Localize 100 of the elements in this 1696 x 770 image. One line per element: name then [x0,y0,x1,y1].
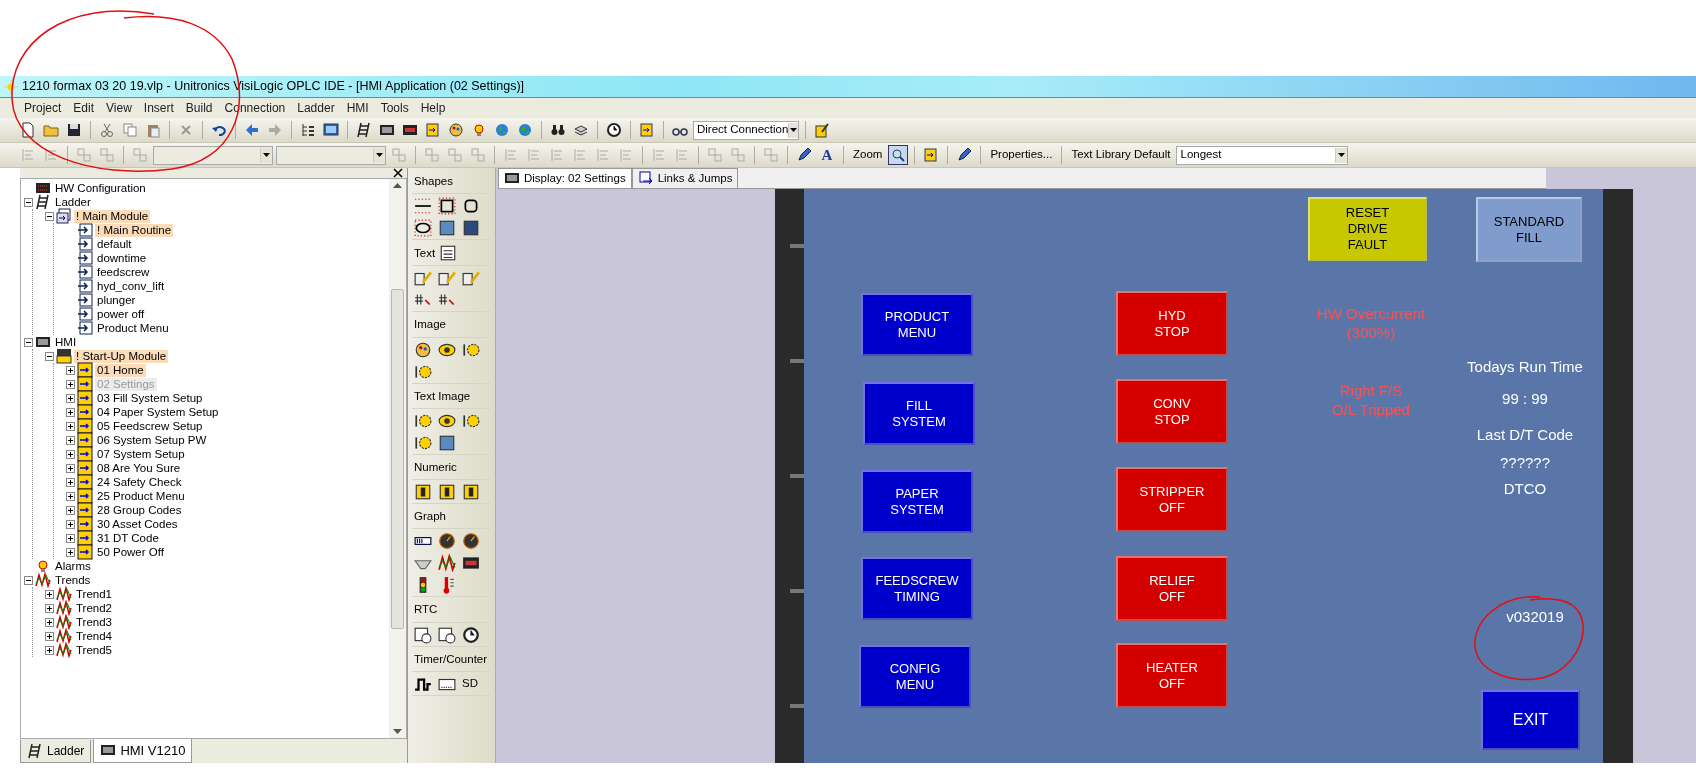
tree-item[interactable]: HMI [53,335,79,349]
toolbox-heading[interactable]: Timer/Counter [414,650,488,668]
tree-icon[interactable] [300,122,316,138]
toolbox-heading[interactable]: Text [414,244,436,262]
expand-icon[interactable] [66,407,75,417]
hmi-button[interactable]: EXIT [1481,690,1580,750]
expand-icon[interactable] [45,603,54,613]
expand-icon[interactable] [66,547,75,557]
tree-item[interactable]: 25 Product Menu [95,489,187,503]
pane-tab[interactable]: HMI V1210 [93,738,193,763]
number-pen-icon[interactable] [462,269,480,288]
panel-icon[interactable] [379,122,395,138]
menu-item[interactable]: Edit [67,99,101,117]
tree-item[interactable]: default [95,237,134,251]
timer-tool[interactable]: SD [462,674,478,693]
tree-item[interactable]: 30 Asset Codes [95,517,180,531]
hmi-button[interactable]: FEEDSCREW TIMING [861,557,973,620]
palette-icon[interactable] [414,340,432,359]
transfer-icon[interactable] [639,122,655,138]
hmi-button[interactable]: RELIEF OFF [1116,556,1228,621]
clock-icon[interactable] [606,122,622,138]
dropdown-arrow-icon[interactable] [1338,153,1346,157]
tree-item[interactable]: ! Main Module [74,209,151,223]
transfer-icon[interactable] [425,122,441,138]
tree-item[interactable]: plunger [95,293,138,307]
hmi-button[interactable]: PAPER SYSTEM [861,470,973,533]
find-icon[interactable] [550,122,566,138]
number-pen-icon[interactable] [414,269,432,288]
tree-item[interactable]: 28 Group Codes [95,503,184,517]
hmi-button[interactable]: STANDARD FILL [1476,197,1582,262]
tile-icon[interactable] [438,433,456,452]
scrollbar[interactable] [389,179,406,738]
globe-icon[interactable] [517,122,533,138]
number-box-icon[interactable] [462,483,480,501]
pencil-icon[interactable] [796,147,812,163]
tree-item[interactable]: 05 Feedscrew Setup [95,419,205,433]
toolbox-heading[interactable]: Numeric [414,458,457,476]
tile-icon[interactable] [462,219,480,238]
hmi-button[interactable]: RESET DRIVE FAULT [1308,197,1427,261]
tree-item[interactable]: Trends [53,573,93,587]
dropdown-arrow-icon[interactable] [790,128,798,132]
tree-item[interactable]: ! Start-Up Module [74,349,169,363]
font-button[interactable]: A [817,145,837,165]
gauge-icon[interactable] [438,532,456,551]
expand-icon[interactable] [66,435,75,445]
tree-item[interactable]: 01 Home [95,363,146,377]
tree-item[interactable]: 06 System Setup PW [95,433,209,447]
hmi-button[interactable]: FILL SYSTEM [863,382,975,445]
toolbox-heading[interactable]: Graph [414,508,446,526]
expand-icon[interactable] [66,533,75,543]
toolbox-heading[interactable]: Image [414,316,446,334]
properties-button[interactable]: Properties... [987,146,1056,164]
editor-tab[interactable]: Display: 02 Settings [498,167,632,188]
tree-item[interactable]: 07 System Setup [95,447,187,461]
tree-item[interactable]: HW Configuration [53,181,148,195]
collapse-icon[interactable] [24,197,33,207]
tree-item[interactable]: downtime [95,251,149,265]
tree-item[interactable]: ! Main Routine [95,223,174,237]
toolbox-heading[interactable]: RTC [414,601,438,619]
screen-icon[interactable] [323,122,339,138]
expand-icon[interactable] [66,463,75,473]
expand-icon[interactable] [66,421,75,431]
back-icon[interactable] [244,122,260,138]
expand-icon[interactable] [45,589,54,599]
pane-tab[interactable]: Ladder [20,740,92,763]
bulb-icon[interactable] [471,122,487,138]
hmi-button[interactable]: HYD STOP [1116,291,1228,356]
menu-item[interactable]: Help [414,99,452,117]
tile-icon[interactable] [438,219,456,238]
expand-icon[interactable] [45,631,54,641]
globe-icon[interactable] [494,122,510,138]
tree-item[interactable]: Product Menu [95,321,171,335]
menu-item[interactable]: Tools [374,99,415,117]
hmi-button[interactable]: PRODUCT MENU [861,293,973,356]
tree-item[interactable]: 03 Fill System Setup [95,391,205,405]
menu-item[interactable]: Project [18,99,68,117]
collapse-icon[interactable] [24,575,33,585]
hmi-button[interactable]: HEATER OFF [1116,643,1228,708]
expand-icon[interactable] [66,365,75,375]
menu-item[interactable]: HMI [340,99,375,117]
tree-item[interactable]: 08 Are You Sure [95,461,183,475]
tree-item[interactable]: Trend2 [74,601,114,615]
folder-icon[interactable] [43,122,59,138]
collapse-icon[interactable] [45,351,54,361]
dropdown[interactable] [153,145,273,165]
expand-icon[interactable] [66,449,75,459]
toolbox-heading[interactable]: Text Image [414,387,471,405]
paste-icon[interactable] [145,122,161,138]
connection-dropdown[interactable]: Direct Connection [693,120,799,140]
menu-item[interactable]: View [100,99,138,117]
align-icon[interactable] [43,147,59,163]
tree-item[interactable]: hyd_conv_lift [95,279,167,293]
scroll-down-icon[interactable] [393,729,402,735]
tree-item[interactable]: 04 Paper System Setup [95,405,221,419]
hmi-button[interactable]: CONFIG MENU [859,645,971,708]
collapse-icon[interactable] [45,211,54,221]
tree-item[interactable]: Trend1 [74,587,114,601]
expand-icon[interactable] [66,505,75,515]
menu-item[interactable]: Insert [137,99,180,117]
scroll-up-icon[interactable] [393,182,402,188]
